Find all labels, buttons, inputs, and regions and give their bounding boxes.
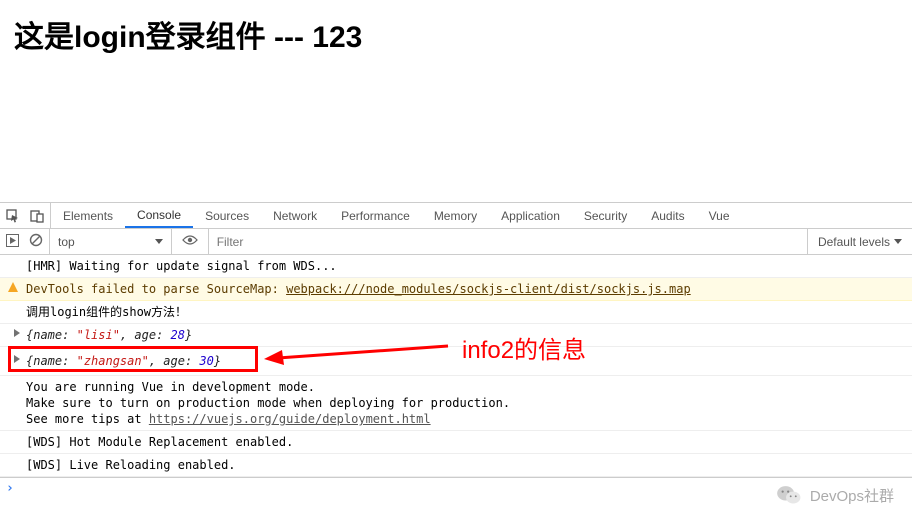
device-icon[interactable] — [30, 209, 44, 223]
log-message: [WDS] Live Reloading enabled. — [0, 454, 912, 477]
live-expression-icon[interactable] — [182, 234, 198, 249]
prompt-caret-icon: › — [6, 481, 14, 496]
sourcemap-link[interactable]: webpack:///node_modules/sockjs-client/di… — [286, 282, 691, 296]
devtools-tabs: Elements Console Sources Network Perform… — [51, 203, 742, 228]
log-message: 调用login组件的show方法！ — [0, 301, 912, 324]
vue-guide-link[interactable]: https://vuejs.org/guide/deployment.html — [149, 412, 431, 426]
expand-icon[interactable] — [14, 329, 20, 337]
log-message: [HMR] Waiting for update signal from WDS… — [0, 255, 912, 278]
play-icon[interactable] — [6, 234, 19, 250]
log-message: You are running Vue in development mode.… — [0, 376, 912, 430]
tab-network[interactable]: Network — [261, 203, 329, 228]
tab-console[interactable]: Console — [125, 203, 193, 228]
page-title: 这是login登录组件 --- 123 — [14, 12, 898, 56]
log-warning: DevTools failed to parse SourceMap: webp… — [0, 278, 912, 301]
object-preview[interactable]: {name: "lisi", age: 28} — [26, 328, 192, 342]
annotation-text: info2的信息 — [462, 330, 586, 365]
log-message: [WDS] Hot Module Replacement enabled. — [0, 430, 912, 454]
object-preview[interactable]: {name: "zhangsan", age: 30} — [26, 354, 221, 368]
context-selector[interactable]: top — [58, 235, 163, 249]
console-log-area: [HMR] Waiting for update signal from WDS… — [0, 255, 912, 499]
tab-security[interactable]: Security — [572, 203, 639, 228]
log-object: {name: "lisi", age: 28} — [0, 324, 912, 347]
tab-audits[interactable]: Audits — [639, 203, 696, 228]
log-levels-selector[interactable]: Default levels — [807, 229, 912, 254]
context-label: top — [58, 235, 75, 249]
tab-memory[interactable]: Memory — [422, 203, 489, 228]
watermark-text: DevOps社群 — [810, 485, 894, 506]
clear-console-icon[interactable] — [29, 233, 43, 250]
console-filter-bar: top Default levels — [0, 229, 912, 255]
tab-sources[interactable]: Sources — [193, 203, 261, 228]
devtools-panel: Elements Console Sources Network Perform… — [0, 202, 912, 499]
tab-performance[interactable]: Performance — [329, 203, 422, 228]
chevron-down-icon — [155, 239, 163, 244]
warn-text: DevTools failed to parse SourceMap: — [26, 282, 286, 296]
log-object: {name: "zhangsan", age: 30} — [0, 347, 912, 376]
expand-icon[interactable] — [14, 355, 20, 363]
inspect-icon[interactable] — [6, 209, 20, 223]
tab-elements[interactable]: Elements — [51, 203, 125, 228]
filter-input[interactable] — [217, 235, 799, 249]
wechat-icon — [776, 484, 802, 506]
devtools-tab-bar: Elements Console Sources Network Perform… — [0, 203, 912, 229]
tab-application[interactable]: Application — [489, 203, 572, 228]
tab-vue[interactable]: Vue — [697, 203, 742, 228]
watermark: DevOps社群 — [776, 484, 894, 506]
chevron-down-icon — [894, 239, 902, 244]
levels-label: Default levels — [818, 235, 890, 249]
